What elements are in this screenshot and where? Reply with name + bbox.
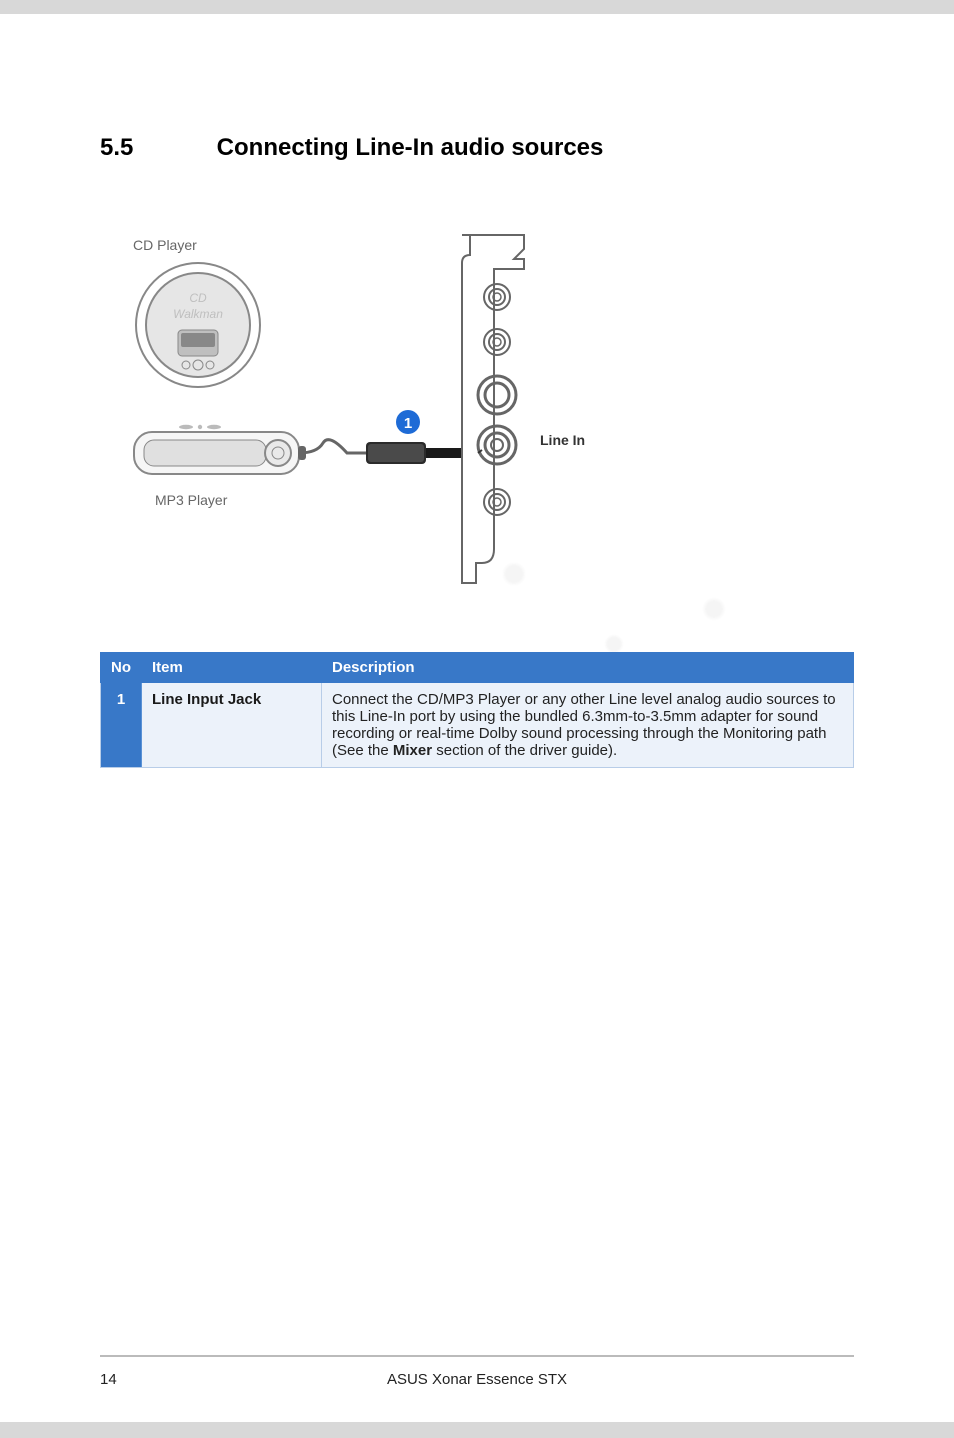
mp3-player-icon: [134, 425, 299, 474]
line-in-label: Line In: [540, 432, 585, 448]
th-description: Description: [322, 653, 854, 683]
cd-disc-text-top: CD: [189, 291, 207, 305]
callout-number: 1: [404, 415, 412, 432]
desc-bold: Mixer: [393, 742, 432, 759]
page-footer: 14 ASUS Xonar Essence STX: [0, 1355, 954, 1388]
section-heading: 5.5 Connecting Line-In audio sources: [100, 134, 854, 162]
cd-disc-text-bottom: Walkman: [173, 307, 223, 321]
table-header-row: No Item Description: [101, 653, 854, 683]
cell-item: Line Input Jack: [142, 683, 322, 768]
section-title-text: Connecting Line-In audio sources: [217, 134, 604, 161]
connector-table: No Item Description 1 Line Input Jack Co…: [100, 652, 854, 768]
cd-player-icon: CD Walkman: [136, 263, 260, 387]
desc-post: section of the driver guide).: [432, 742, 617, 759]
th-no: No: [101, 653, 142, 683]
cell-description: Connect the CD/MP3 Player or any other L…: [322, 683, 854, 768]
footer-right-spacer: [814, 1371, 854, 1388]
section-number: 5.5: [100, 134, 210, 162]
connection-diagram: CD Player MP3 Player Line In CD Walkman: [100, 202, 860, 622]
content-area: 5.5 Connecting Line-In audio sources CD …: [0, 14, 954, 768]
cell-no: 1: [101, 683, 142, 768]
cd-player-label: CD Player: [133, 237, 197, 253]
mp3-player-label: MP3 Player: [155, 492, 227, 508]
footer-divider: [100, 1355, 854, 1357]
th-item: Item: [142, 653, 322, 683]
audio-cable: [298, 440, 480, 464]
table-row: 1 Line Input Jack Connect the CD/MP3 Pla…: [101, 683, 854, 768]
page-number: 14: [100, 1371, 140, 1388]
callout-1: 1: [396, 410, 420, 434]
top-gray-bar: [0, 0, 954, 14]
page: 5.5 Connecting Line-In audio sources CD …: [0, 14, 954, 1438]
footer-product: ASUS Xonar Essence STX: [140, 1371, 814, 1388]
pci-bracket: [462, 235, 524, 583]
bottom-gray-bar: [0, 1422, 954, 1438]
diagram-svg: CD Walkman: [100, 202, 860, 622]
